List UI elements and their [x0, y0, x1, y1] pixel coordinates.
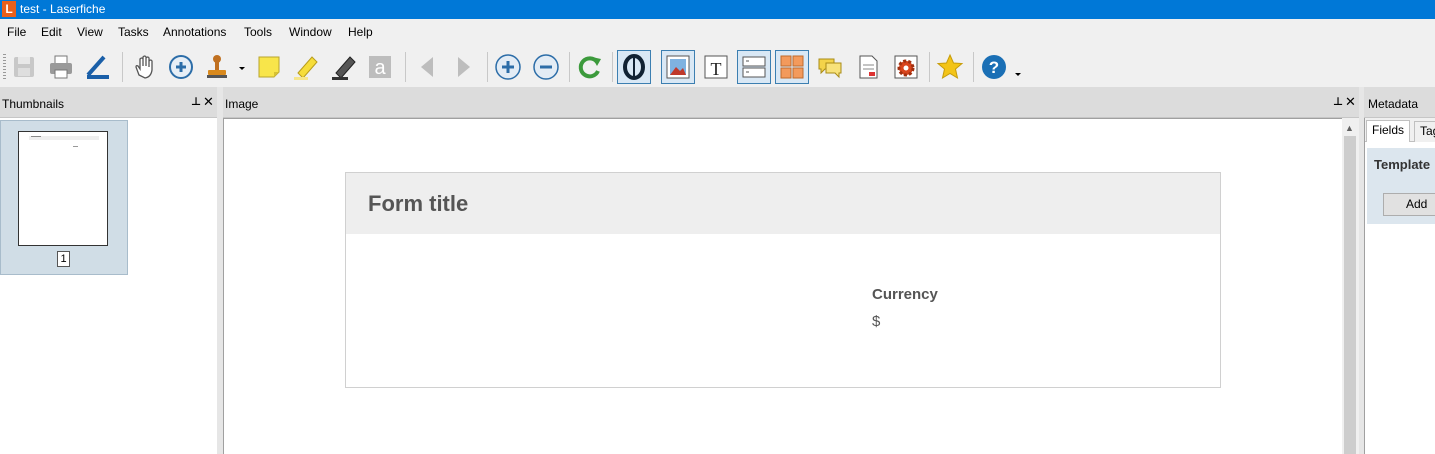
currency-label: Currency [872, 286, 938, 303]
metadata-panel: Fields Tag Template Add [1364, 118, 1435, 454]
form-header: Form title [346, 173, 1220, 234]
stamp-icon[interactable] [200, 50, 234, 84]
previous-icon[interactable] [410, 50, 444, 84]
add-field-bar: Add [1367, 184, 1435, 224]
tab-fields[interactable]: Fields [1366, 120, 1411, 142]
currency-value: $ [872, 313, 881, 330]
toolbar-separator [612, 52, 613, 82]
ocr-icon[interactable] [617, 50, 651, 84]
menu-edit[interactable]: Edit [41, 25, 62, 39]
thumbnails-header: Thumbnails ⊥ ✕ [0, 87, 217, 118]
svg-text:a: a [374, 57, 386, 79]
image-viewer[interactable]: Form title Currency $ [223, 118, 1342, 454]
menu-tools[interactable]: Tools [244, 25, 272, 39]
menu-help[interactable]: Help [348, 25, 373, 39]
save-icon[interactable] [7, 50, 41, 84]
main-toolbar: a T ? [0, 46, 1435, 87]
pin-icon[interactable]: ⊥ [191, 95, 201, 108]
highlighter-icon[interactable] [289, 50, 323, 84]
menu-bar: File Edit View Tasks Annotations Tools W… [0, 19, 1435, 46]
vertical-scrollbar[interactable]: ▲ [1342, 118, 1358, 454]
title-bar: L test - Laserfiche [0, 0, 1435, 19]
form-title: Form title [368, 191, 469, 216]
template-label: Template [1374, 157, 1431, 172]
sticky-note-icon[interactable] [252, 50, 286, 84]
image-view-icon[interactable] [661, 50, 695, 84]
window-title: test - Laserfiche [20, 2, 106, 16]
add-icon[interactable] [491, 50, 525, 84]
metadata-title: Metadata [1368, 97, 1419, 111]
thumbnail-preview [18, 131, 108, 246]
scrollbar-thumb[interactable] [1344, 136, 1356, 454]
next-icon[interactable] [447, 50, 481, 84]
template-section: Template [1367, 148, 1435, 184]
zoom-in-icon[interactable] [164, 50, 198, 84]
menu-window[interactable]: Window [289, 25, 332, 39]
toolbar-grip[interactable] [3, 54, 6, 80]
toolbar-separator [122, 52, 123, 82]
page-number: 1 [57, 251, 70, 267]
help-icon[interactable]: ? [977, 50, 1011, 84]
toolbar-separator [569, 52, 570, 82]
comments-icon[interactable] [813, 50, 847, 84]
split-view-icon[interactable] [737, 50, 771, 84]
svg-text:T: T [711, 59, 722, 79]
metadata-tabs: Fields Tag [1365, 118, 1435, 142]
toolbar-separator [487, 52, 488, 82]
close-icon[interactable]: ✕ [1345, 94, 1356, 110]
menu-view[interactable]: View [77, 25, 103, 39]
metadata-header: Metadata [1364, 87, 1435, 118]
text-annotation-icon[interactable]: a [363, 50, 397, 84]
scanner-icon[interactable] [81, 50, 115, 84]
rotate-icon[interactable] [573, 50, 607, 84]
marker-icon[interactable] [327, 50, 361, 84]
remove-icon[interactable] [529, 50, 563, 84]
help-dropdown-chevron-down-icon[interactable] [1012, 50, 1024, 84]
settings-gear-icon[interactable] [889, 50, 923, 84]
thumbnails-panel: 1 [0, 118, 217, 454]
menu-file[interactable]: File [7, 25, 26, 39]
laserfiche-logo-icon: L [2, 1, 16, 17]
print-icon[interactable] [44, 50, 78, 84]
hand-icon[interactable] [127, 50, 161, 84]
scroll-up-icon[interactable]: ▲ [1345, 123, 1354, 133]
favorite-star-icon[interactable] [933, 50, 967, 84]
menu-tasks[interactable]: Tasks [118, 25, 149, 39]
menu-annotations[interactable]: Annotations [163, 25, 226, 39]
close-icon[interactable]: ✕ [203, 94, 214, 110]
thumbnails-title: Thumbnails [2, 97, 65, 111]
image-header: Image ⊥ ✕ [223, 87, 1359, 118]
pin-icon[interactable]: ⊥ [1333, 95, 1343, 108]
toolbar-separator [929, 52, 930, 82]
text-view-icon[interactable]: T [699, 50, 733, 84]
svg-text:?: ? [989, 58, 999, 77]
image-title: Image [225, 97, 259, 111]
document-icon[interactable] [851, 50, 885, 84]
tab-tags[interactable]: Tag [1414, 121, 1435, 142]
thumbnail-page[interactable]: 1 [0, 120, 128, 275]
toolbar-separator [973, 52, 974, 82]
toolbar-separator [405, 52, 406, 82]
stamp-dropdown-chevron-down-icon[interactable] [236, 50, 248, 84]
form-page: Form title Currency $ [345, 172, 1221, 388]
add-button[interactable]: Add [1383, 193, 1435, 216]
thumbnail-grid-icon[interactable] [775, 50, 809, 84]
